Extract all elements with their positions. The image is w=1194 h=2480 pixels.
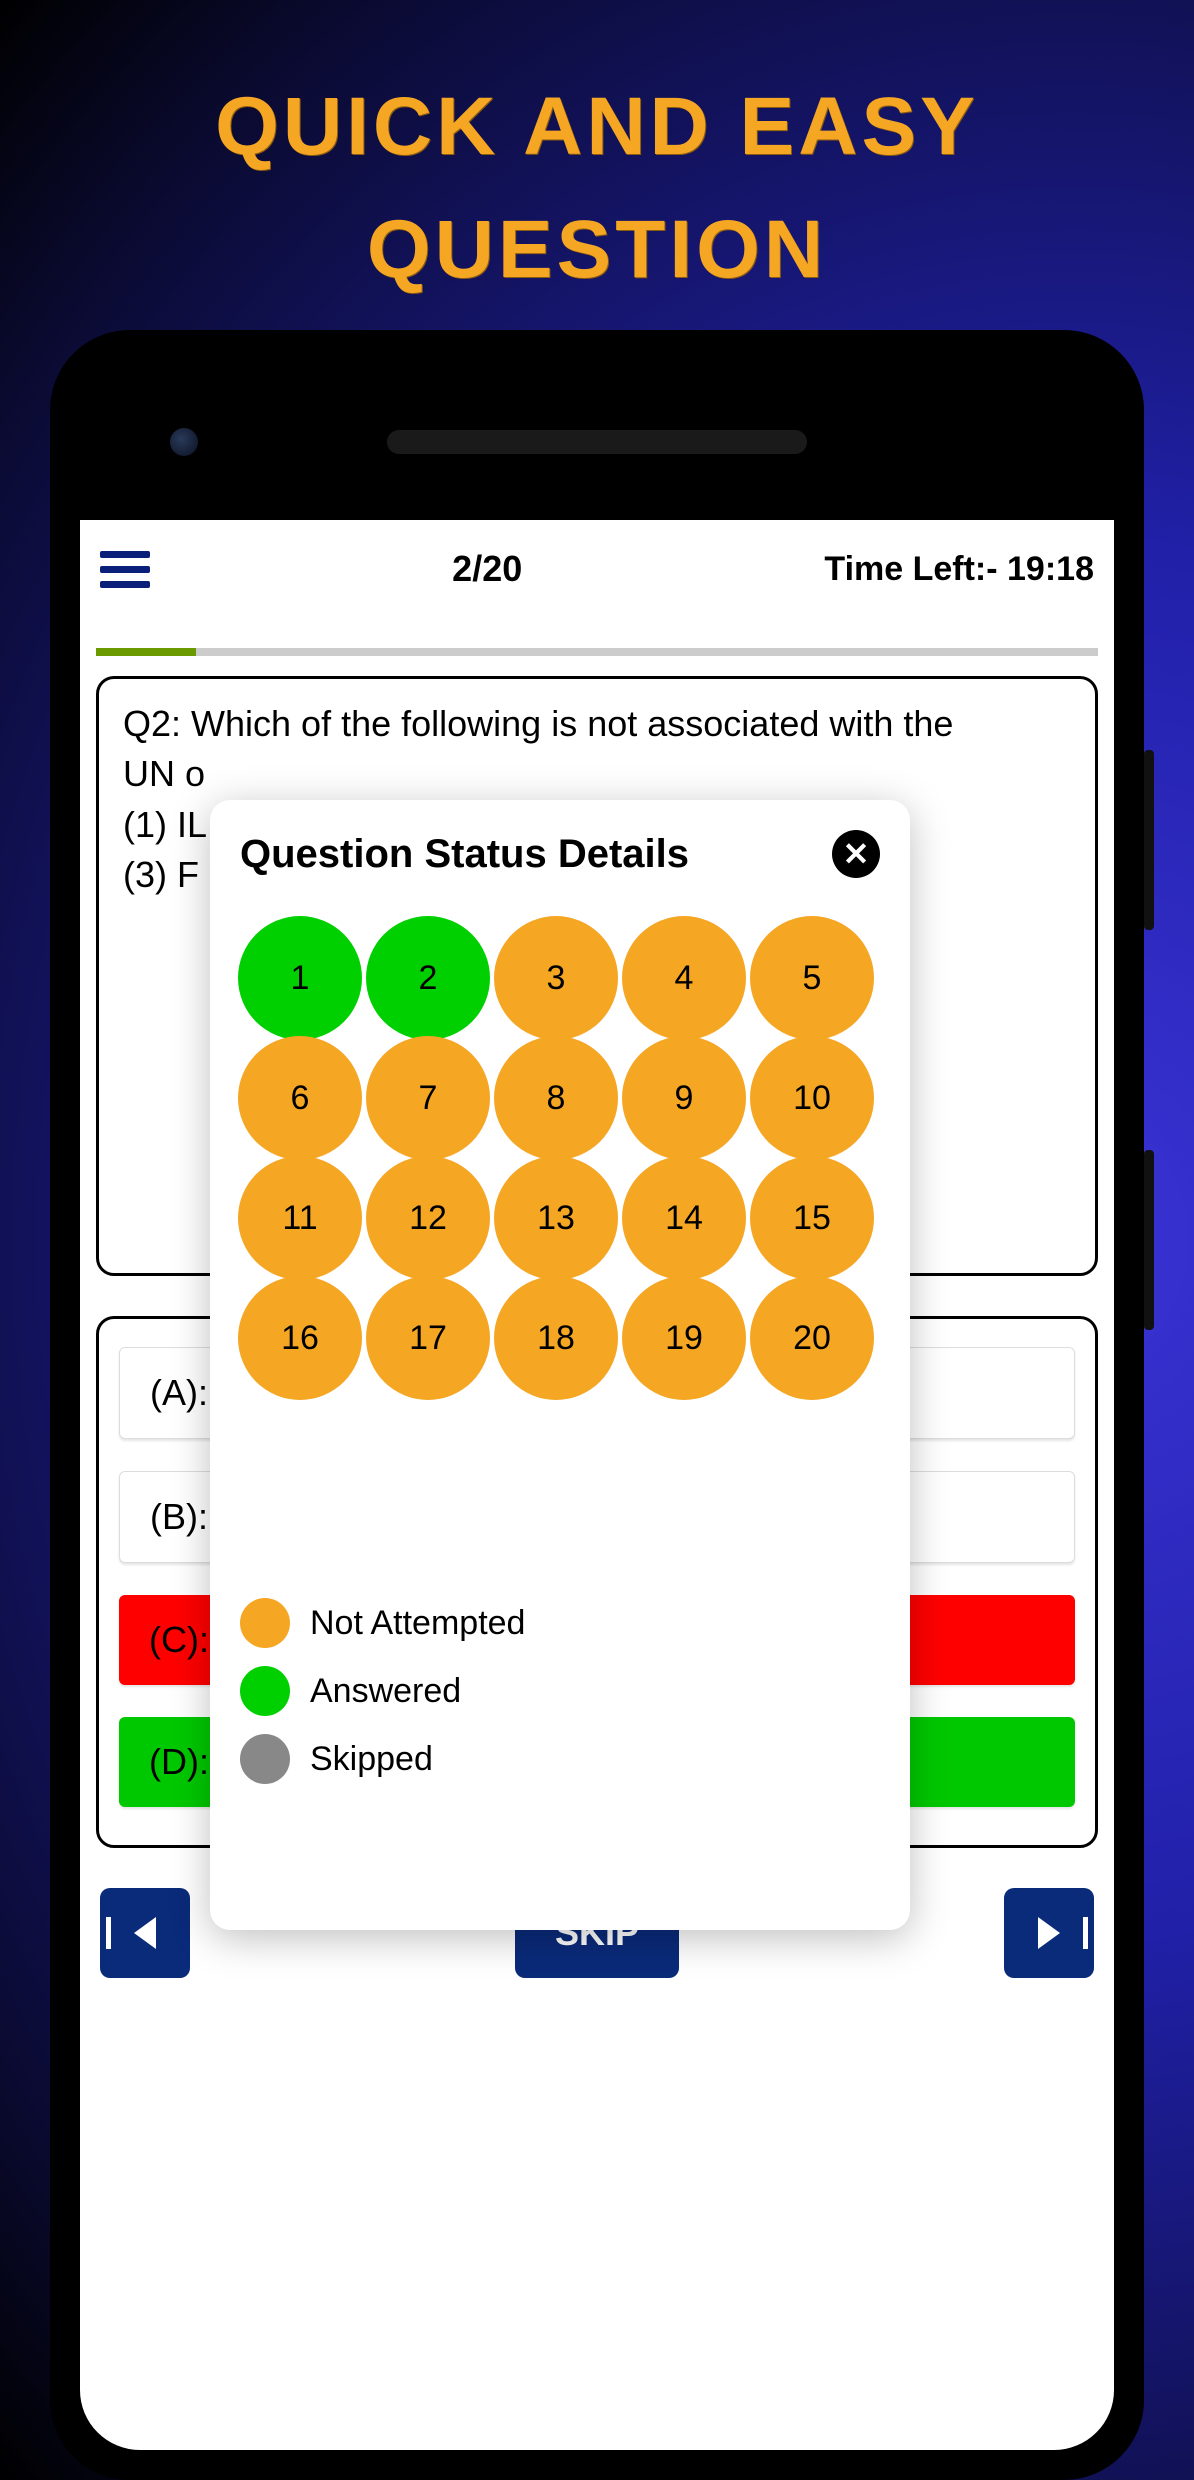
question-circle[interactable]: 15 (750, 1156, 874, 1280)
next-button[interactable] (1004, 1888, 1094, 1978)
legend-dot-icon (240, 1734, 290, 1784)
legend-answered: Answered (240, 1666, 880, 1716)
question-circle[interactable]: 4 (622, 916, 746, 1040)
question-circle[interactable]: 11 (238, 1156, 362, 1280)
next-icon (1038, 1917, 1060, 1949)
legend-dot-icon (240, 1598, 290, 1648)
time-left: Time Left:- 19:18 (824, 550, 1094, 589)
phone-side-button (1144, 1150, 1154, 1330)
question-grid: 1234567891011121314151617181920 (240, 918, 880, 1398)
menu-icon[interactable] (100, 551, 150, 588)
question-circle[interactable]: 12 (366, 1156, 490, 1280)
question-status-modal: Question Status Details ✕ 12345678910111… (210, 800, 910, 1930)
question-circle[interactable]: 14 (622, 1156, 746, 1280)
question-circle[interactable]: 8 (494, 1036, 618, 1160)
question-circle[interactable]: 18 (494, 1276, 618, 1400)
phone-inner: 2/20 Time Left:- 19:18 Q2: Which of the … (80, 360, 1114, 2450)
question-circle[interactable]: 3 (494, 916, 618, 1040)
question-circle[interactable]: 5 (750, 916, 874, 1040)
legend-not-attempted: Not Attempted (240, 1598, 880, 1648)
progress-fill (96, 648, 196, 656)
progress-bar (96, 648, 1098, 656)
question-circle[interactable]: 7 (366, 1036, 490, 1160)
prev-button[interactable] (100, 1888, 190, 1978)
question-circle[interactable]: 2 (366, 916, 490, 1040)
question-circle[interactable]: 1 (238, 916, 362, 1040)
question-circle[interactable]: 20 (750, 1276, 874, 1400)
close-button[interactable]: ✕ (832, 830, 880, 878)
question-circle[interactable]: 6 (238, 1036, 362, 1160)
modal-header: Question Status Details ✕ (240, 830, 880, 878)
question-circle[interactable]: 13 (494, 1156, 618, 1280)
question-circle[interactable]: 19 (622, 1276, 746, 1400)
legend: Not Attempted Answered Skipped (240, 1598, 880, 1784)
modal-title: Question Status Details (240, 832, 689, 877)
question-counter: 2/20 (452, 548, 522, 590)
prev-icon (134, 1917, 156, 1949)
question-circle[interactable]: 9 (622, 1036, 746, 1160)
question-circle[interactable]: 10 (750, 1036, 874, 1160)
promo-line-1: QUICK AND EASY QUESTION (0, 65, 1194, 311)
phone-side-button (1144, 750, 1154, 930)
legend-skipped: Skipped (240, 1734, 880, 1784)
legend-dot-icon (240, 1666, 290, 1716)
camera-icon (170, 428, 198, 456)
question-circle[interactable]: 16 (238, 1276, 362, 1400)
speaker-icon (387, 430, 807, 454)
question-circle[interactable]: 17 (366, 1276, 490, 1400)
close-icon: ✕ (843, 835, 870, 873)
app-screen: 2/20 Time Left:- 19:18 Q2: Which of the … (80, 520, 1114, 2450)
top-bar: 2/20 Time Left:- 19:18 (80, 520, 1114, 618)
phone-frame: 2/20 Time Left:- 19:18 Q2: Which of the … (50, 330, 1144, 2480)
